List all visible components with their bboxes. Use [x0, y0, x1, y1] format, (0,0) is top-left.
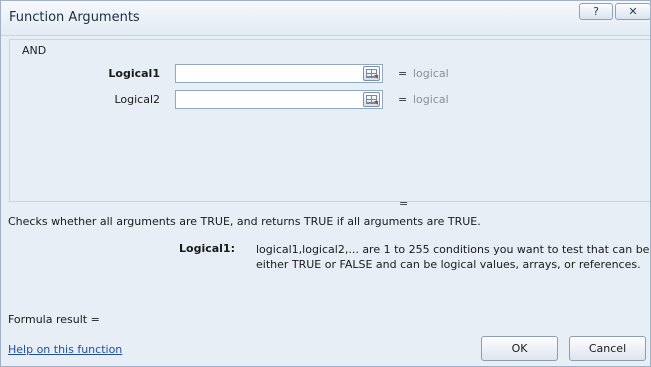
close-icon: ✕ — [628, 5, 638, 18]
preview-equals: = — [399, 197, 409, 210]
logical1-type: logical — [413, 67, 449, 80]
arguments-group: AND Logical1 = logical Logical2 = logica… — [9, 39, 650, 202]
function-description: Checks whether all arguments are TRUE, a… — [8, 215, 481, 228]
range-select-icon[interactable] — [363, 92, 380, 107]
range-select-icon[interactable] — [363, 66, 380, 81]
formula-result: Formula result = — [8, 313, 100, 326]
argument-help-text: logical1,logical2,... are 1 to 255 condi… — [256, 243, 650, 271]
logical1-equals: = — [398, 67, 408, 80]
logical1-label: Logical1 — [108, 67, 160, 80]
argument-help-label: Logical1: — [179, 242, 235, 255]
question-icon: ? — [593, 5, 599, 18]
dialog-title: Function Arguments — [9, 10, 140, 25]
ok-button[interactable]: OK — [481, 336, 558, 361]
logical2-equals: = — [398, 93, 408, 106]
logical2-type: logical — [413, 93, 449, 106]
cancel-button[interactable]: Cancel — [569, 336, 646, 361]
close-button[interactable]: ✕ — [615, 3, 650, 20]
function-arguments-dialog: Function Arguments ? ✕ AND Logical1 = lo… — [0, 0, 651, 367]
title-bar: Function Arguments ? ✕ — [1, 1, 650, 36]
logical1-input[interactable] — [175, 64, 383, 83]
help-button[interactable]: ? — [579, 3, 613, 20]
logical2-input[interactable] — [175, 90, 383, 109]
help-on-function-link[interactable]: Help on this function — [8, 343, 122, 356]
function-name: AND — [22, 44, 47, 57]
logical2-label: Logical2 — [114, 93, 160, 106]
